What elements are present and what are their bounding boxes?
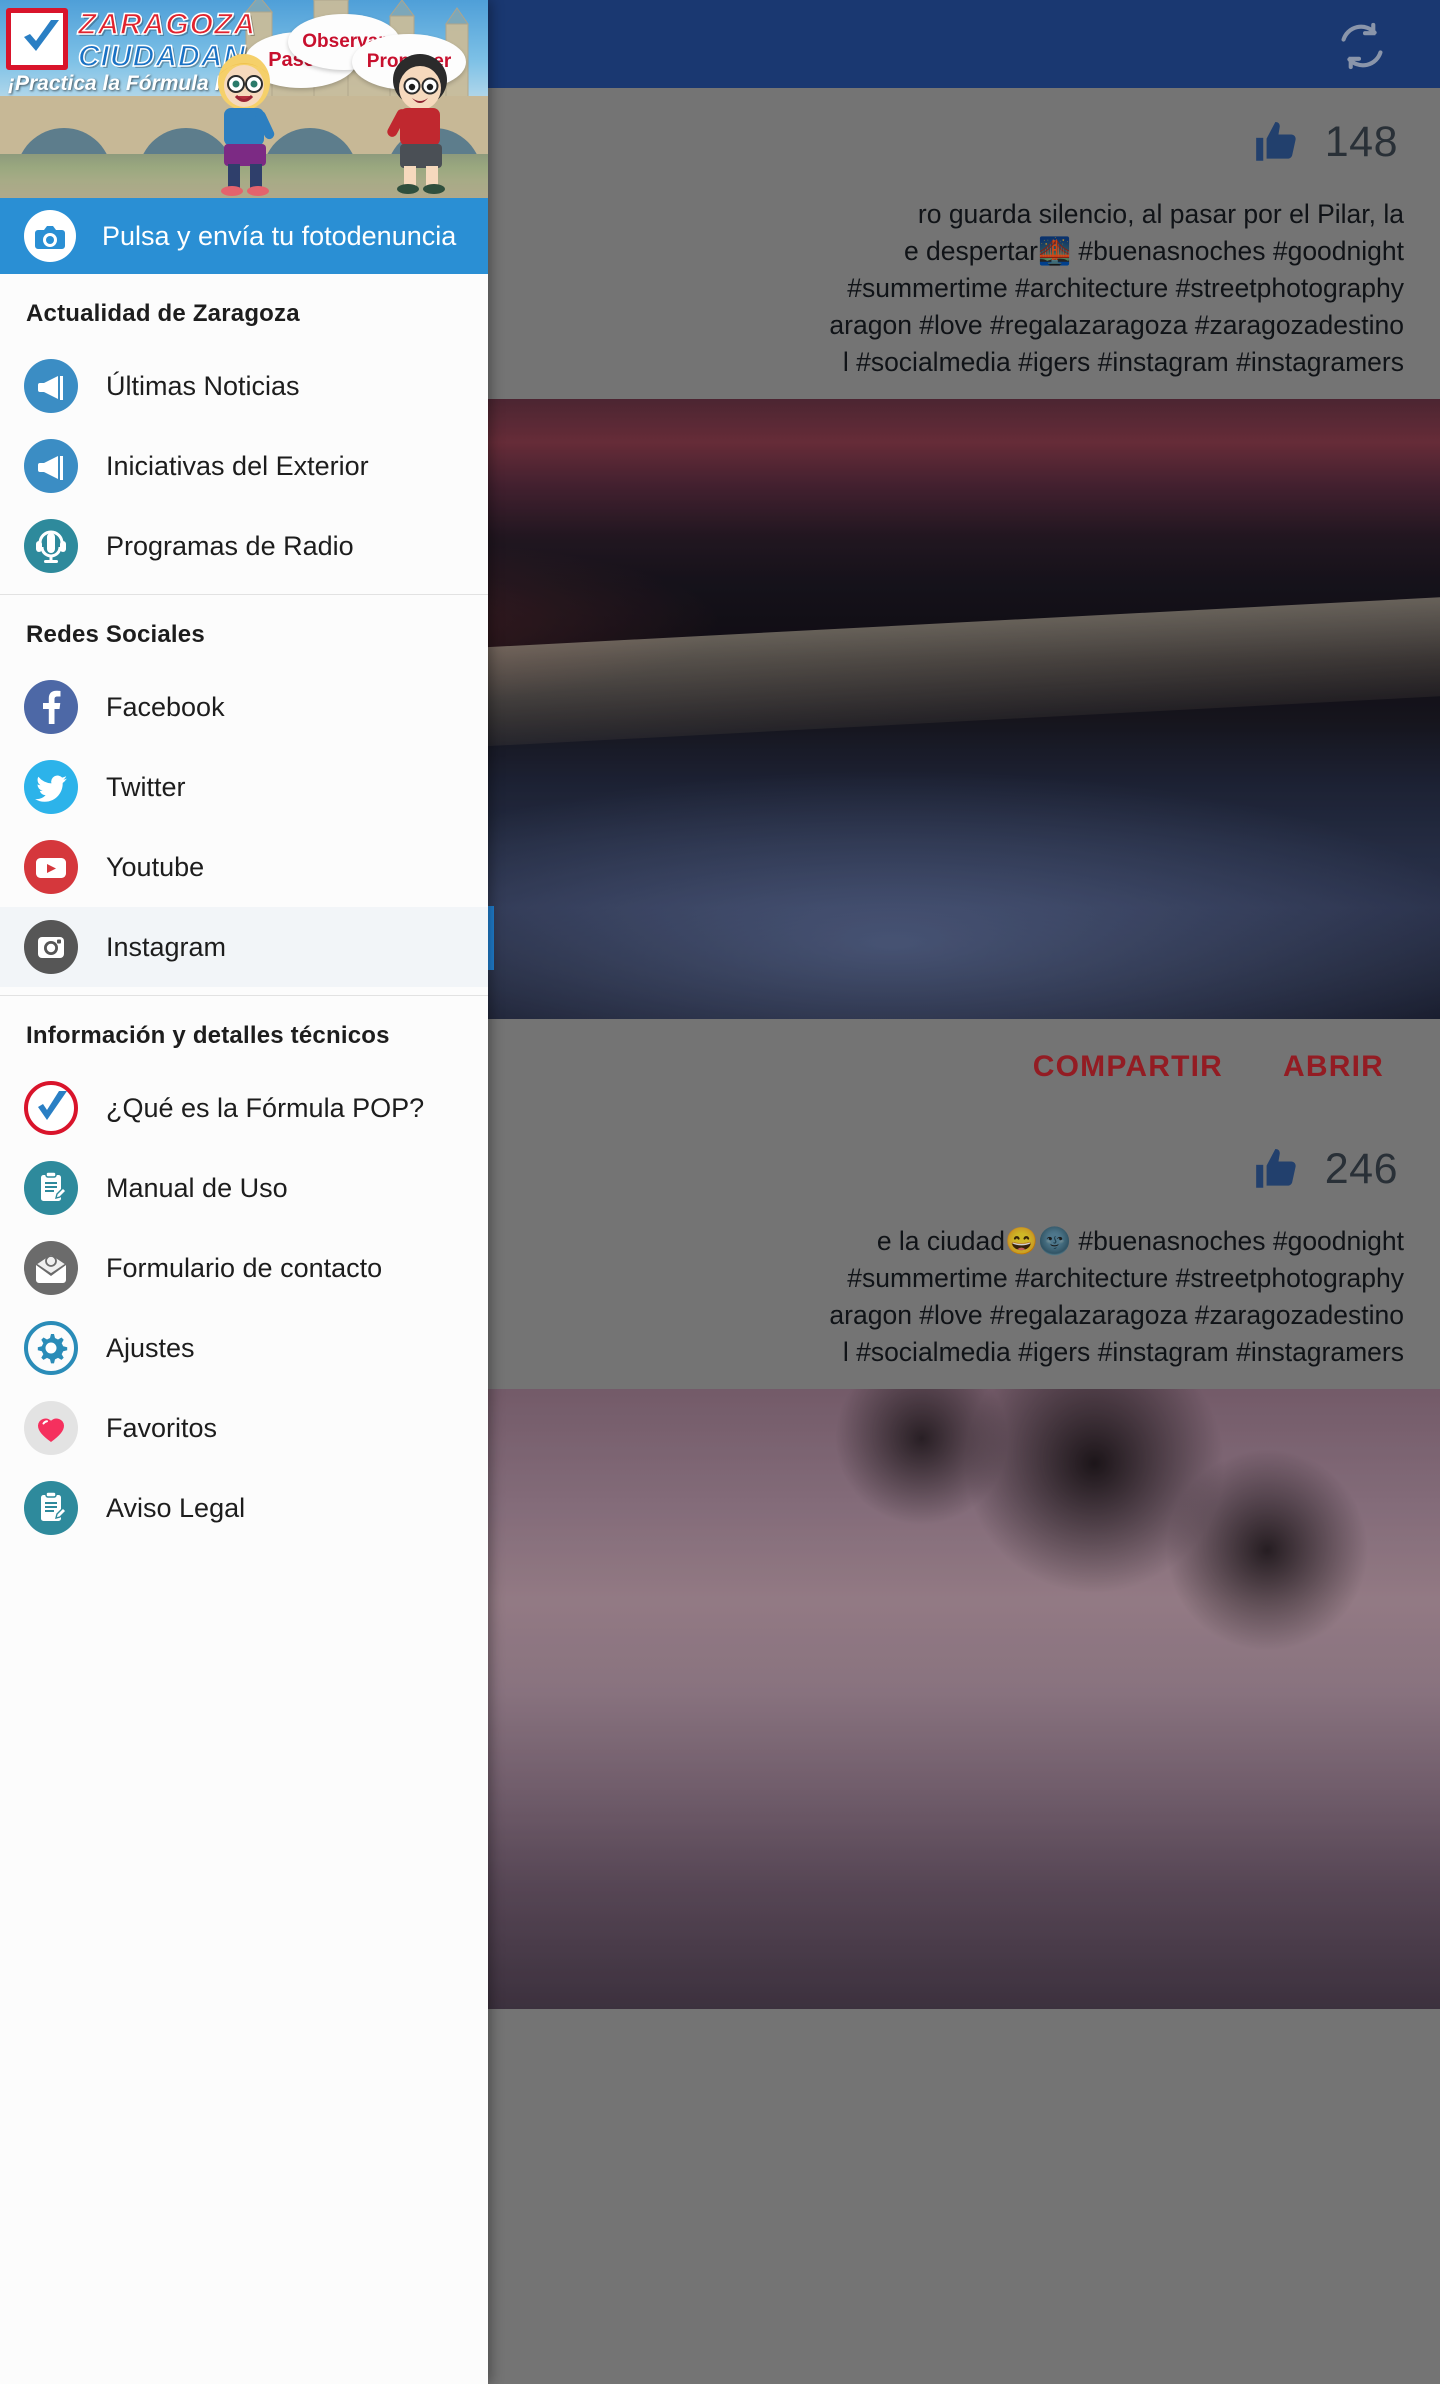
sidebar-item-label: Favoritos: [106, 1412, 218, 1443]
logo-title: ZARAGOZA: [77, 7, 256, 42]
sidebar-item-twitter[interactable]: Twitter: [0, 747, 488, 827]
document-icon: [24, 1481, 78, 1535]
facebook-icon: [24, 680, 78, 734]
sidebar-item-youtube[interactable]: Youtube: [0, 827, 488, 907]
sidebar-item-label: Programas de Radio: [106, 530, 354, 561]
sidebar-item-iniciativas-exterior[interactable]: Iniciativas del Exterior: [0, 426, 488, 506]
instagram-icon: [24, 920, 78, 974]
sidebar-item-facebook[interactable]: Facebook: [0, 667, 488, 747]
photo-report-label: Pulsa y envía tu fotodenuncia: [102, 220, 457, 251]
megaphone-icon: [24, 439, 78, 493]
sidebar-item-label: Aviso Legal: [106, 1492, 246, 1523]
envelope-icon: [24, 1241, 78, 1295]
check-icon: [24, 20, 59, 51]
app-logo: [6, 8, 68, 70]
document-icon: [24, 1161, 78, 1215]
youtube-icon: [24, 840, 78, 894]
camera-icon: [24, 210, 76, 262]
sidebar-item-label: Ajustes: [106, 1332, 195, 1363]
sidebar-item-label: Iniciativas del Exterior: [106, 450, 369, 481]
sidebar-item-manual-de-uso[interactable]: Manual de Uso: [0, 1148, 488, 1228]
radio-mic-icon: [24, 519, 78, 573]
sidebar-item-instagram[interactable]: Instagram: [0, 907, 488, 987]
girl-character-illustration: [218, 54, 275, 196]
sidebar-item-label: Últimas Noticias: [106, 370, 300, 401]
megaphone-icon: [24, 359, 78, 413]
sidebar-item-favoritos[interactable]: Favoritos: [0, 1388, 488, 1468]
sidebar-item-label: Youtube: [106, 851, 205, 882]
sidebar-item-label: Manual de Uso: [106, 1172, 288, 1203]
sidebar-item-label: Formulario de contacto: [106, 1252, 383, 1283]
sidebar-item-label: ¿Qué es la Fórmula POP?: [106, 1092, 425, 1123]
sidebar-item-que-es-formula-pop[interactable]: ¿Qué es la Fórmula POP?: [0, 1068, 488, 1148]
sidebar-item-formulario-contacto[interactable]: Formulario de contacto: [0, 1228, 488, 1308]
boy-character-illustration: [387, 54, 447, 194]
sidebar-item-label: Instagram: [106, 931, 227, 962]
section-title-actualidad: Actualidad de Zaragoza: [26, 300, 300, 327]
navigation-drawer[interactable]: ZARAGOZA CIUDADANA ¡Practica la Fórmula …: [0, 0, 488, 2384]
sidebar-item-programas-radio[interactable]: Programas de Radio: [0, 506, 488, 586]
section-title-informacion: Información y detalles técnicos: [26, 1022, 390, 1049]
photo-report-cta[interactable]: Pulsa y envía tu fotodenuncia: [0, 198, 488, 274]
heart-icon: [24, 1401, 78, 1455]
gear-icon: [24, 1321, 78, 1375]
sidebar-item-aviso-legal[interactable]: Aviso Legal: [0, 1468, 488, 1548]
check-badge-icon: [24, 1081, 78, 1135]
section-title-redes-sociales: Redes Sociales: [26, 621, 205, 648]
sidebar-item-label: Twitter: [106, 771, 186, 802]
sidebar-item-ultimas-noticias[interactable]: Últimas Noticias: [0, 346, 488, 426]
sidebar-item-label: Facebook: [106, 691, 225, 722]
twitter-icon: [24, 760, 78, 814]
drawer-header-banner: ZARAGOZA CIUDADANA ¡Practica la Fórmula …: [0, 0, 488, 198]
sidebar-item-ajustes[interactable]: Ajustes: [0, 1308, 488, 1388]
